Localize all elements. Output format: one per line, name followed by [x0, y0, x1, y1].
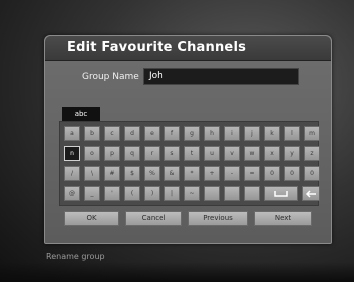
key-slash[interactable]: / — [64, 166, 80, 181]
key-asterisk[interactable]: * — [184, 166, 200, 181]
key-open-paren[interactable]: ( — [124, 186, 140, 201]
key-k[interactable]: k — [264, 126, 280, 141]
key-close-paren[interactable]: ) — [144, 186, 160, 201]
key-q[interactable]: q — [124, 146, 140, 161]
key-minus[interactable]: - — [224, 166, 240, 181]
backspace-key[interactable] — [302, 186, 320, 201]
key-backslash[interactable]: \ — [84, 166, 100, 181]
key-b[interactable]: b — [84, 126, 100, 141]
key-x[interactable]: x — [264, 146, 280, 161]
key-d[interactable]: d — [124, 126, 140, 141]
key-equals[interactable]: = — [244, 166, 260, 181]
group-name-input[interactable]: Joh — [143, 68, 299, 85]
key-y[interactable]: y — [284, 146, 300, 161]
key-blank-3[interactable] — [244, 186, 260, 201]
status-text: Rename group — [46, 252, 105, 261]
key-dollar[interactable]: $ — [124, 166, 140, 181]
edit-favourite-channels-dialog: Edit Favourite Channels Group Name Joh a… — [44, 35, 332, 244]
dialog-title-bar: Edit Favourite Channels — [45, 36, 331, 61]
ok-button[interactable]: OK — [64, 211, 119, 226]
group-name-label: Group Name — [82, 72, 139, 82]
key-at[interactable]: @ — [64, 186, 80, 201]
cancel-button[interactable]: Cancel — [125, 211, 182, 226]
key-w[interactable]: w — [244, 146, 260, 161]
backspace-arrow-icon — [305, 190, 316, 198]
key-hash[interactable]: # — [104, 166, 120, 181]
previous-button[interactable]: Previous — [188, 211, 248, 226]
key-0-a[interactable]: 0 — [264, 166, 280, 181]
key-h[interactable]: h — [204, 126, 220, 141]
key-0-b[interactable]: 0 — [284, 166, 300, 181]
dialog-title: Edit Favourite Channels — [67, 40, 247, 55]
key-c[interactable]: c — [104, 126, 120, 141]
key-g[interactable]: g — [184, 126, 200, 141]
key-0-c[interactable]: 0 — [304, 166, 320, 181]
key-tilde[interactable]: ~ — [184, 186, 200, 201]
key-underscore[interactable]: _ — [84, 186, 100, 201]
key-u[interactable]: u — [204, 146, 220, 161]
space-icon — [274, 191, 288, 197]
space-key[interactable] — [264, 186, 298, 201]
key-o[interactable]: o — [84, 146, 100, 161]
key-f[interactable]: f — [164, 126, 180, 141]
key-e[interactable]: e — [144, 126, 160, 141]
key-z[interactable]: z — [304, 146, 320, 161]
key-s[interactable]: s — [164, 146, 180, 161]
key-t[interactable]: t — [184, 146, 200, 161]
key-pipe[interactable]: | — [164, 186, 180, 201]
dialog-button-row: OK Cancel Previous Next — [64, 211, 314, 226]
key-r[interactable]: r — [144, 146, 160, 161]
on-screen-keyboard: a b c d e f g h i j k l m n o p q r s t … — [59, 121, 320, 206]
key-plus[interactable]: + — [204, 166, 220, 181]
key-i[interactable]: i — [224, 126, 240, 141]
keyboard-mode-tab[interactable]: abc — [62, 107, 100, 121]
key-m[interactable]: m — [304, 126, 320, 141]
key-p[interactable]: p — [104, 146, 120, 161]
next-button[interactable]: Next — [254, 211, 312, 226]
key-l[interactable]: l — [284, 126, 300, 141]
key-n[interactable]: n — [64, 146, 80, 161]
key-v[interactable]: v — [224, 146, 240, 161]
key-ampersand[interactable]: & — [164, 166, 180, 181]
key-blank-1[interactable] — [204, 186, 220, 201]
key-j[interactable]: j — [244, 126, 260, 141]
bottom-shade — [0, 262, 354, 282]
key-apostrophe[interactable]: ' — [104, 186, 120, 201]
key-blank-2[interactable] — [224, 186, 240, 201]
key-a[interactable]: a — [64, 126, 80, 141]
key-percent[interactable]: % — [144, 166, 160, 181]
